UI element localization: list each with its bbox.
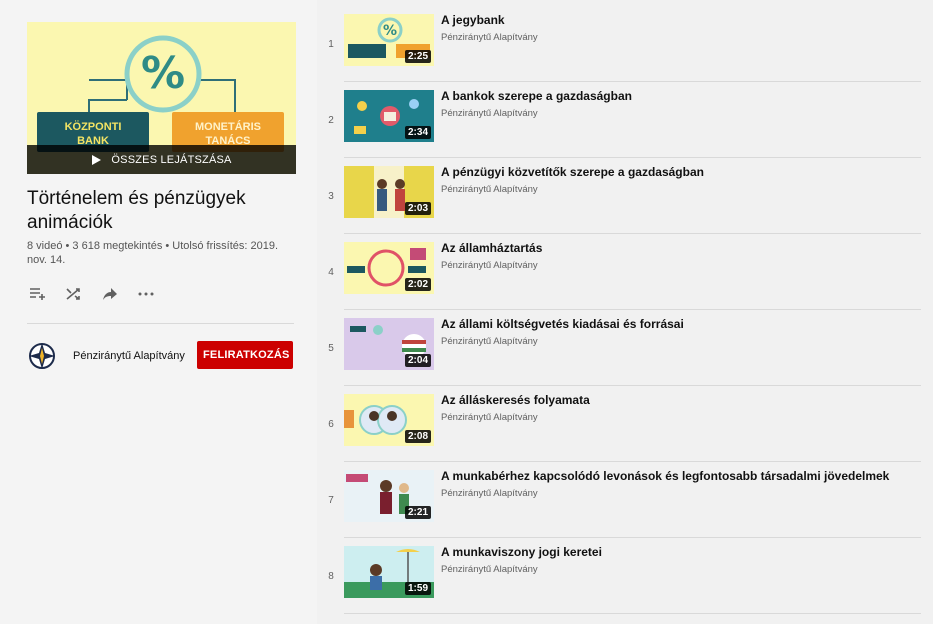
video-index: 4	[328, 266, 334, 278]
video-duration: 2:34	[404, 126, 431, 139]
svg-text:%: %	[141, 48, 185, 99]
video-channel[interactable]: Pénziránytű Alapítvány	[441, 108, 538, 119]
playlist-add-icon[interactable]	[27, 283, 49, 305]
video-channel[interactable]: Pénziránytű Alapítvány	[441, 412, 538, 423]
video-thumbnail[interactable]: 2:08	[344, 394, 434, 446]
video-thumbnail[interactable]: 2:02	[344, 242, 434, 294]
video-channel[interactable]: Pénziránytű Alapítvány	[441, 260, 538, 271]
playlist-cover[interactable]: % KÖZPONTI BANK MONETÁRIS TANÁCS ÖSSZES …	[27, 22, 296, 174]
video-thumbnail[interactable]: 2:03	[344, 166, 434, 218]
video-duration: 2:08	[404, 430, 431, 443]
list-item[interactable]: 3 2:03 A pénzügyi közvetítők szerepe a g…	[317, 158, 933, 234]
list-item[interactable]: 8 1:59 A munkaviszony jogi keretei Pénzi…	[317, 538, 933, 614]
playlist-actions	[27, 283, 157, 305]
video-channel[interactable]: Pénziránytű Alapítvány	[441, 488, 538, 499]
video-title[interactable]: A bankok szerepe a gazdaságban	[441, 89, 921, 103]
list-item[interactable]: 2 2:34 A bankok szerepe a gazdaságban Pé…	[317, 82, 933, 158]
video-channel[interactable]: Pénziránytű Alapítvány	[441, 32, 538, 43]
list-item[interactable]: 7 2:21 A munkabérhez kapcsolódó levonáso…	[317, 462, 933, 538]
list-item[interactable]: 1 % 2:25 A jegybank Pénziránytű Alapítvá…	[317, 6, 933, 82]
video-index: 7	[328, 494, 334, 506]
item-divider	[344, 613, 921, 614]
video-index: 6	[328, 418, 334, 430]
page: % KÖZPONTI BANK MONETÁRIS TANÁCS ÖSSZES …	[0, 0, 933, 624]
video-thumbnail[interactable]: 2:34	[344, 90, 434, 142]
video-channel[interactable]: Pénziránytű Alapítvány	[441, 336, 538, 347]
video-duration: 1:59	[404, 582, 431, 595]
video-duration: 2:25	[404, 50, 431, 63]
svg-text:MONETÁRIS: MONETÁRIS	[195, 120, 261, 133]
avatar[interactable]	[27, 341, 57, 371]
playlist-sidebar: % KÖZPONTI BANK MONETÁRIS TANÁCS ÖSSZES …	[0, 0, 317, 624]
video-index: 8	[328, 570, 334, 582]
play-icon	[92, 154, 102, 165]
play-all-button[interactable]: ÖSSZES LEJÁTSZÁSA	[27, 145, 296, 174]
video-thumbnail[interactable]: 1:59	[344, 546, 434, 598]
compass-logo-icon	[29, 343, 55, 369]
list-item[interactable]: 4 2:02 Az államháztartás Pénziránytű Ala…	[317, 234, 933, 310]
playlist-title: Történelem és pénzügyek animációk	[27, 188, 246, 233]
shuffle-icon[interactable]	[63, 283, 85, 305]
play-all-label: ÖSSZES LEJÁTSZÁSA	[111, 153, 232, 166]
video-title[interactable]: A munkabérhez kapcsolódó levonások és le…	[441, 469, 921, 483]
video-duration: 2:03	[404, 202, 431, 215]
playlist-meta: 8 videó • 3 618 megtekintés • Utolsó fri…	[27, 240, 279, 266]
video-channel[interactable]: Pénziránytű Alapítvány	[441, 184, 538, 195]
video-duration: 2:02	[404, 278, 431, 291]
video-index: 2	[328, 114, 334, 126]
video-title[interactable]: Az államháztartás	[441, 241, 921, 255]
video-title[interactable]: Az álláskeresés folyamata	[441, 393, 921, 407]
video-thumbnail[interactable]: 2:04	[344, 318, 434, 370]
video-thumbnail[interactable]: 2:21	[344, 470, 434, 522]
video-index: 5	[328, 342, 334, 354]
list-item[interactable]: 6 2:08 Az álláskeresés folyamata Pénzirá…	[317, 386, 933, 462]
subscribe-button[interactable]: FELIRATKOZÁS	[197, 341, 293, 369]
video-title[interactable]: Az állami költségvetés kiadásai és forrá…	[441, 317, 921, 331]
video-channel[interactable]: Pénziránytű Alapítvány	[441, 564, 538, 575]
video-title[interactable]: A jegybank	[441, 13, 921, 27]
playlist-video-list: 1 % 2:25 A jegybank Pénziránytű Alapítvá…	[317, 0, 933, 624]
list-item[interactable]: 5 2:04 Az állami költségvetés kiadásai é…	[317, 310, 933, 386]
sidebar-divider	[27, 323, 294, 324]
share-icon[interactable]	[99, 283, 121, 305]
video-index: 1	[328, 38, 334, 50]
video-title[interactable]: A munkaviszony jogi keretei	[441, 545, 921, 559]
more-icon[interactable]	[135, 283, 157, 305]
video-index: 3	[328, 190, 334, 202]
owner-name[interactable]: Pénziránytű Alapítvány	[73, 350, 185, 362]
svg-text:KÖZPONTI: KÖZPONTI	[65, 120, 122, 133]
svg-text:%: %	[383, 23, 397, 39]
video-duration: 2:04	[404, 354, 431, 367]
video-duration: 2:21	[404, 506, 431, 519]
video-thumbnail[interactable]: % 2:25	[344, 14, 434, 66]
video-title[interactable]: A pénzügyi közvetítők szerepe a gazdaság…	[441, 165, 921, 179]
